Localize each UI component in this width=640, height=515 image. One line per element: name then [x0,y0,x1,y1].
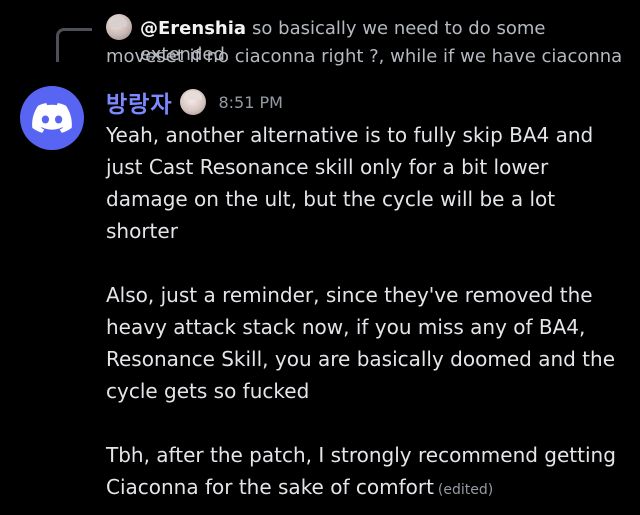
reply-text-line2: moveset if no ciaconna right ?, while if… [106,46,623,67]
message-line: just Cast Resonance skill only for a bit… [106,155,549,179]
message-line: Resonance Skill, you are basically doome… [106,347,615,371]
message-line: cycle gets so fucked [106,379,310,403]
message-line: Yeah, another alternative is to fully sk… [106,123,594,147]
avatar[interactable] [20,86,84,150]
chat-message-view: @Erenshia so basically we need to do some… [0,0,640,515]
message-line: damage on the ult, but the cycle will be… [106,187,556,211]
message-header: 방랑자 8:51 PM [106,84,283,120]
message-body: Yeah, another alternative is to fully sk… [106,119,626,506]
role-icon[interactable] [180,89,207,115]
timestamp[interactable]: 8:51 PM [218,93,282,112]
reply-mention[interactable]: @Erenshia [140,18,246,39]
message-line: Ciaconna for the sake of comfort [106,475,434,499]
message-line: Tbh, after the patch, I strongly recomme… [106,443,616,467]
message-last-line: Ciaconna for the sake of comfort (edited) [106,471,626,506]
message-line: Also, just a reminder, since they've rem… [106,283,593,307]
reply-spine [56,28,92,62]
username[interactable]: 방랑자 [106,85,172,119]
edited-label: (edited) [437,482,494,498]
message-line: shorter [106,219,178,243]
discord-logo-icon [32,103,72,133]
message-line: heavy attack stack now, if you miss any … [106,315,586,339]
reply-avatar[interactable] [106,14,132,40]
